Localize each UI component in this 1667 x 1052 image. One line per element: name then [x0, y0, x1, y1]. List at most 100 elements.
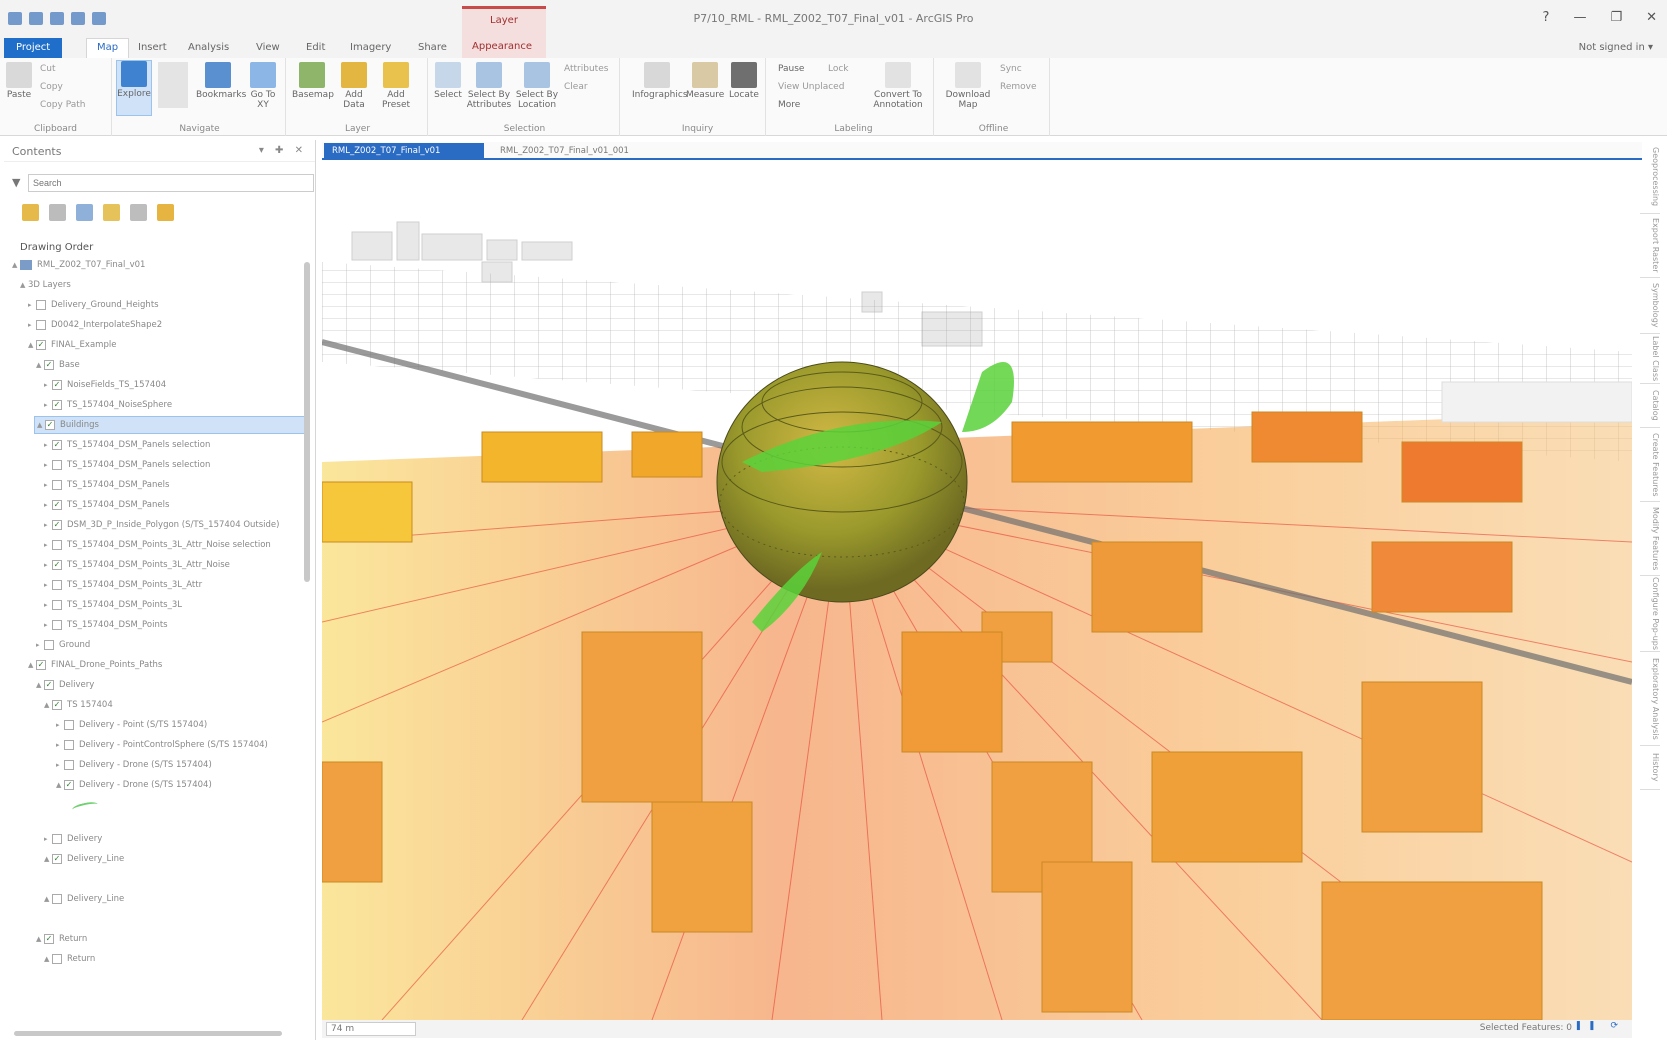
pause-refresh-controls[interactable]: ❚❚ ⟳ — [1575, 1021, 1624, 1031]
list-item[interactable]: ▲ 3D Layers — [20, 276, 71, 294]
go-to-xy-button[interactable]: Go To XY — [251, 90, 276, 110]
layer-checkbox[interactable]: ✓ — [36, 340, 46, 350]
layer-checkbox[interactable] — [52, 580, 62, 590]
layer-checkbox[interactable]: ✓ — [44, 360, 54, 370]
select-icon[interactable] — [435, 62, 461, 88]
pause-button[interactable]: Pause — [778, 64, 804, 74]
select-by-location-icon[interactable] — [524, 62, 550, 88]
layer-checkbox[interactable]: ✓ — [36, 660, 46, 670]
list-item[interactable]: ▸ TS_157404_DSM_Panels selection — [44, 456, 210, 474]
list-item[interactable]: ▸ TS_157404_DSM_Panels — [44, 476, 169, 494]
scene-view[interactable] — [322, 162, 1632, 1020]
labeling-icon[interactable] — [157, 204, 174, 221]
more-button[interactable]: More — [778, 100, 800, 110]
tab-view[interactable]: View — [256, 38, 280, 58]
layer-checkbox[interactable] — [52, 600, 62, 610]
lock-button[interactable]: Lock — [828, 64, 849, 74]
vertical-scrollbar[interactable] — [304, 262, 310, 582]
convert-to-annotation-icon[interactable] — [885, 62, 911, 88]
measure-icon[interactable] — [692, 62, 718, 88]
list-item[interactable]: ▸ ✓ TS_157404_NoiseSphere — [44, 396, 172, 414]
layer-checkbox[interactable]: ✓ — [52, 440, 62, 450]
tab-map[interactable]: Map — [86, 38, 130, 58]
scale-selector[interactable]: 74 m — [326, 1022, 416, 1036]
bookmarks-icon[interactable] — [205, 62, 231, 88]
layer-checkbox[interactable] — [36, 320, 46, 330]
go-to-xy-icon[interactable] — [250, 62, 276, 88]
copy-path-button[interactable]: Copy Path — [40, 100, 85, 110]
add-data-icon[interactable] — [341, 62, 367, 88]
drawing-order-icon[interactable] — [22, 204, 39, 221]
list-item[interactable]: ▲ ✓ FINAL_Drone_Points_Paths — [28, 656, 162, 674]
paste-button[interactable]: Paste — [7, 90, 31, 100]
layer-checkbox[interactable]: ✓ — [52, 500, 62, 510]
list-item[interactable]: ▸ TS_157404_DSM_Points — [44, 616, 168, 634]
snapping-icon[interactable] — [130, 204, 147, 221]
explore-button[interactable]: Explore — [117, 89, 151, 99]
list-item[interactable]: ▸ Delivery - Drone (S/TS 157404) — [56, 756, 212, 774]
list-item[interactable]: ▲ ✓ TS 157404 — [44, 696, 113, 714]
layer-checkbox[interactable] — [52, 954, 62, 964]
side-tab-create-features[interactable]: Create Features — [1640, 428, 1660, 502]
horizontal-scrollbar[interactable] — [14, 1031, 282, 1036]
layer-checkbox[interactable]: ✓ — [52, 854, 62, 864]
attributes-button[interactable]: Attributes — [564, 64, 608, 74]
side-tab-export-raster[interactable]: Export Raster — [1640, 214, 1660, 278]
list-item[interactable]: ▸ ✓ DSM_3D_P_Inside_Polygon (S/TS_157404 O… — [44, 516, 279, 534]
select-button[interactable]: Select — [434, 90, 462, 100]
basemap-button[interactable]: Basemap — [292, 90, 334, 100]
selection-icon[interactable] — [76, 204, 93, 221]
filter-icon[interactable]: ▼ — [12, 176, 20, 189]
basemap-icon[interactable] — [299, 62, 325, 88]
help-icon[interactable]: ? — [1543, 10, 1550, 25]
list-item[interactable]: ▸ TS_157404_DSM_Points_3L — [44, 596, 182, 614]
list-item[interactable]: ▸ Delivery - Point (S/TS 157404) — [56, 716, 207, 734]
locate-button[interactable]: Locate — [729, 90, 759, 100]
paste-icon[interactable] — [6, 62, 32, 88]
tab-share[interactable]: Share — [418, 38, 447, 58]
side-tab-geoprocessing[interactable]: Geoprocessing — [1640, 140, 1660, 214]
infographics-icon[interactable] — [644, 62, 670, 88]
list-item[interactable]: ▲ Delivery_Line — [44, 890, 124, 908]
download-map-icon[interactable] — [955, 62, 981, 88]
tab-map-view-2[interactable]: RML_Z002_T07_Final_v01_001 — [492, 143, 657, 159]
tab-map-view-1[interactable]: RML_Z002_T07_Final_v01 — [324, 143, 484, 159]
layer-checkbox[interactable]: ✓ — [52, 400, 62, 410]
remove-button[interactable]: Remove — [1000, 82, 1037, 92]
navigate-small-tools[interactable] — [158, 62, 188, 108]
measure-button[interactable]: Measure — [686, 90, 724, 100]
side-tab-exploratory-analysis[interactable]: Exploratory Analysis — [1640, 652, 1660, 746]
add-preset-button[interactable]: Add Preset — [382, 90, 410, 110]
list-item[interactable]: ▸ ✓ NoiseFields_TS_157404 — [44, 376, 166, 394]
sync-button[interactable]: Sync — [1000, 64, 1022, 74]
scene-canvas[interactable] — [322, 162, 1632, 1020]
list-item[interactable]: ▸ ✓ TS_157404_DSM_Points_3L_Attr_Noise — [44, 556, 230, 574]
list-item[interactable]: ▲ ✓ Base — [36, 356, 80, 374]
sign-in-status[interactable]: Not signed in ▾ — [1579, 42, 1653, 53]
add-data-button[interactable]: Add Data — [343, 90, 365, 110]
layer-checkbox[interactable] — [52, 894, 62, 904]
list-item[interactable]: ▲ Return — [44, 950, 95, 968]
layer-checkbox[interactable]: ✓ — [44, 680, 54, 690]
layer-checkbox[interactable] — [52, 834, 62, 844]
tab-edit[interactable]: Edit — [306, 38, 325, 58]
tab-appearance[interactable]: Appearance — [462, 38, 546, 58]
layer-checkbox[interactable] — [52, 620, 62, 630]
list-item[interactable]: ▸ ✓ TS_157404_DSM_Panels selection — [44, 436, 210, 454]
add-preset-icon[interactable] — [383, 62, 409, 88]
list-item[interactable]: ▸ Delivery — [44, 830, 102, 848]
side-tab-label-class[interactable]: Label Class — [1640, 334, 1660, 384]
list-item[interactable]: ▸ ✓ TS_157404_DSM_Panels — [44, 496, 169, 514]
side-tab-history[interactable]: History — [1640, 746, 1660, 790]
list-item[interactable]: ▲ RML_Z002_T07_Final_v01 — [12, 256, 145, 274]
list-item[interactable]: ▲ ✓ Delivery - Drone (S/TS 157404) — [56, 776, 212, 794]
list-item[interactable]: ▲ ✓ Return — [36, 930, 87, 948]
layer-checkbox[interactable] — [52, 540, 62, 550]
list-item[interactable]: ▲ ✓ Buildings — [34, 416, 306, 434]
select-by-location-button[interactable]: Select By Location — [516, 90, 558, 110]
convert-to-annotation-button[interactable]: Convert To Annotation — [873, 90, 922, 110]
layer-checkbox[interactable]: ✓ — [64, 780, 74, 790]
search-input[interactable] — [28, 174, 314, 192]
download-map-button[interactable]: Download Map — [946, 90, 991, 110]
side-tab-configure-popups[interactable]: Configure Pop-ups — [1640, 576, 1660, 652]
